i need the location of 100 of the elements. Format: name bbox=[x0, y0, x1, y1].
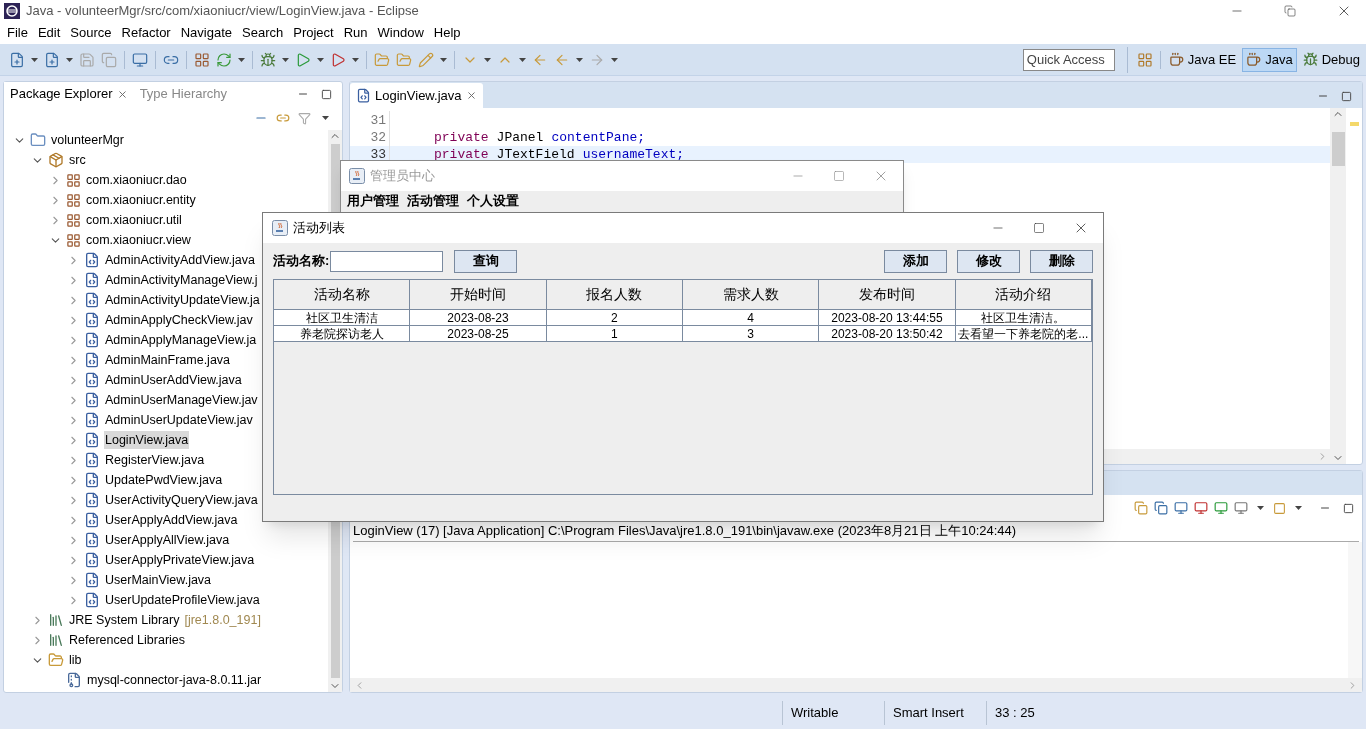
perspective-button[interactable]: Java bbox=[1242, 47, 1297, 72]
tree-item[interactable]: AdminActivityAddView.java bbox=[104, 250, 256, 270]
close-icon[interactable] bbox=[465, 90, 477, 101]
tree-item[interactable]: UserApplyPrivateView.java bbox=[104, 550, 256, 570]
copy-icon[interactable] bbox=[1134, 501, 1148, 515]
caret-icon[interactable] bbox=[440, 57, 447, 62]
filter-icon[interactable] bbox=[298, 111, 311, 125]
view-tab[interactable]: Type Hierarchy bbox=[133, 82, 234, 106]
quick-access-field[interactable]: Quick Access bbox=[1022, 48, 1115, 71]
menu-item[interactable]: 活动管理 bbox=[407, 191, 459, 211]
tree-item[interactable]: UpdatePwdView.java bbox=[104, 470, 224, 490]
action-button[interactable]: 删除 bbox=[1030, 249, 1093, 273]
action-button[interactable]: 修改 bbox=[957, 249, 1020, 273]
column-header[interactable]: 活动名称 bbox=[274, 280, 411, 310]
monitor-icon[interactable] bbox=[132, 51, 148, 68]
activity-name-field[interactable] bbox=[330, 250, 444, 272]
tree-item[interactable]: com.xiaoniucr.entity bbox=[85, 190, 197, 210]
editor-tab[interactable]: LoginView.java bbox=[350, 83, 483, 108]
caret-icon[interactable] bbox=[1257, 506, 1264, 510]
column-header[interactable]: 报名人数 bbox=[546, 280, 683, 310]
pencil-icon[interactable] bbox=[418, 51, 434, 68]
tree-item[interactable]: JRE System Library bbox=[68, 610, 181, 630]
caret-icon[interactable] bbox=[282, 57, 289, 62]
caret-icon[interactable] bbox=[576, 57, 583, 62]
tree-item[interactable]: AdminUserUpdateView.jav bbox=[104, 410, 254, 430]
tree-item[interactable]: AdminActivityUpdateView.ja bbox=[104, 290, 261, 310]
column-header[interactable]: 发布时间 bbox=[819, 280, 956, 310]
perspective-button[interactable]: Java EE bbox=[1164, 47, 1241, 72]
maximize-icon[interactable] bbox=[1341, 90, 1352, 102]
caret-icon[interactable] bbox=[352, 57, 359, 62]
tree-item[interactable]: AdminApplyCheckView.jav bbox=[104, 310, 254, 330]
tree-item[interactable]: Referenced Libraries bbox=[68, 630, 187, 650]
maximize-icon[interactable] bbox=[1033, 222, 1045, 234]
action-button[interactable]: 添加 bbox=[884, 249, 947, 273]
bug-icon[interactable] bbox=[260, 51, 276, 68]
menu-item[interactable]: Project bbox=[288, 23, 339, 43]
monitor-icon[interactable] bbox=[1194, 501, 1208, 515]
tree-item[interactable]: RegisterView.java bbox=[104, 450, 206, 470]
maximize-icon[interactable] bbox=[321, 88, 332, 100]
tree-item[interactable]: src bbox=[68, 150, 87, 170]
maximize-icon[interactable] bbox=[1343, 502, 1354, 514]
play-icon[interactable] bbox=[295, 51, 311, 68]
perspective-button[interactable]: Debug bbox=[1298, 47, 1364, 72]
overview-marker[interactable] bbox=[1349, 122, 1359, 126]
caret-icon[interactable] bbox=[611, 57, 618, 62]
caret-icon[interactable] bbox=[238, 57, 245, 62]
tree-item[interactable]: UserApplyAddView.java bbox=[104, 510, 239, 530]
scrollbar-thumb[interactable] bbox=[1331, 132, 1345, 166]
restore-icon[interactable] bbox=[1284, 5, 1296, 17]
tree-item[interactable]: AdminActivityManageView.j bbox=[104, 270, 259, 290]
link-icon[interactable] bbox=[276, 111, 290, 125]
menu-item[interactable]: Search bbox=[237, 23, 289, 43]
tree-item[interactable]: AdminMainFrame.java bbox=[104, 350, 232, 370]
column-header[interactable]: 开始时间 bbox=[410, 280, 547, 310]
caret-icon[interactable] bbox=[322, 116, 329, 120]
menu-item[interactable]: 个人设置 bbox=[467, 191, 519, 211]
file-plus-icon[interactable] bbox=[9, 51, 25, 68]
caret-icon[interactable] bbox=[66, 57, 73, 62]
caret-icon[interactable] bbox=[484, 57, 491, 62]
caret-icon[interactable] bbox=[31, 57, 38, 62]
tree-item[interactable]: UserMainView.java bbox=[104, 570, 213, 590]
menu-item[interactable]: Source bbox=[65, 23, 117, 43]
menu-item[interactable]: File bbox=[2, 23, 33, 43]
play-icon[interactable] bbox=[330, 51, 346, 68]
column-header[interactable]: 活动介绍 bbox=[955, 280, 1092, 310]
menu-item[interactable]: Window bbox=[372, 23, 429, 43]
tree-item[interactable]: com.xiaoniucr.dao bbox=[85, 170, 188, 190]
tree-item[interactable]: com.xiaoniucr.view bbox=[85, 230, 192, 250]
monitor-icon[interactable] bbox=[1214, 501, 1228, 515]
menu-item[interactable]: Run bbox=[338, 23, 373, 43]
tree-item[interactable]: UserApplyAllView.java bbox=[104, 530, 231, 550]
tree-item[interactable]: UserUpdateProfileView.java bbox=[104, 590, 261, 610]
menu-item[interactable]: Edit bbox=[32, 23, 66, 43]
tree-item[interactable]: AdminApplyManageView.ja bbox=[104, 330, 258, 350]
folder-open-icon[interactable] bbox=[374, 51, 390, 68]
menu-item[interactable]: 用户管理 bbox=[347, 191, 399, 211]
copy-icon[interactable] bbox=[1154, 501, 1168, 515]
caret-icon[interactable] bbox=[317, 57, 324, 62]
menu-item[interactable]: Navigate bbox=[175, 23, 237, 43]
tree-item[interactable]: lib bbox=[68, 650, 83, 670]
tree-item[interactable]: AdminUserAddView.java bbox=[104, 370, 243, 390]
tree-item[interactable]: volunteerMgr bbox=[50, 130, 125, 150]
tree-item[interactable]: UserActivityQueryView.java bbox=[104, 490, 259, 510]
refresh-icon[interactable] bbox=[216, 51, 232, 68]
menu-item[interactable]: Refactor bbox=[116, 23, 176, 43]
monitor-icon[interactable] bbox=[1234, 501, 1248, 515]
tree-item[interactable]: AdminUserManageView.jav bbox=[104, 390, 259, 410]
folder-open-icon[interactable] bbox=[396, 51, 412, 68]
caret-icon[interactable] bbox=[1295, 506, 1302, 510]
tree-item[interactable]: LoginView.java bbox=[104, 430, 190, 450]
caret-icon[interactable] bbox=[519, 57, 526, 62]
monitor-icon[interactable] bbox=[1174, 501, 1188, 515]
column-header[interactable]: 需求人数 bbox=[683, 280, 820, 310]
tree-item[interactable]: com.xiaoniucr.util bbox=[85, 210, 183, 230]
window-icon[interactable] bbox=[1273, 501, 1286, 515]
file-plus-icon[interactable] bbox=[44, 51, 60, 68]
menu-item[interactable]: Help bbox=[428, 23, 466, 43]
tree-item[interactable]: mysql-connector-java-8.0.11.jar bbox=[86, 670, 263, 690]
close-icon[interactable] bbox=[116, 88, 128, 100]
query-button[interactable]: 查询 bbox=[454, 249, 518, 273]
